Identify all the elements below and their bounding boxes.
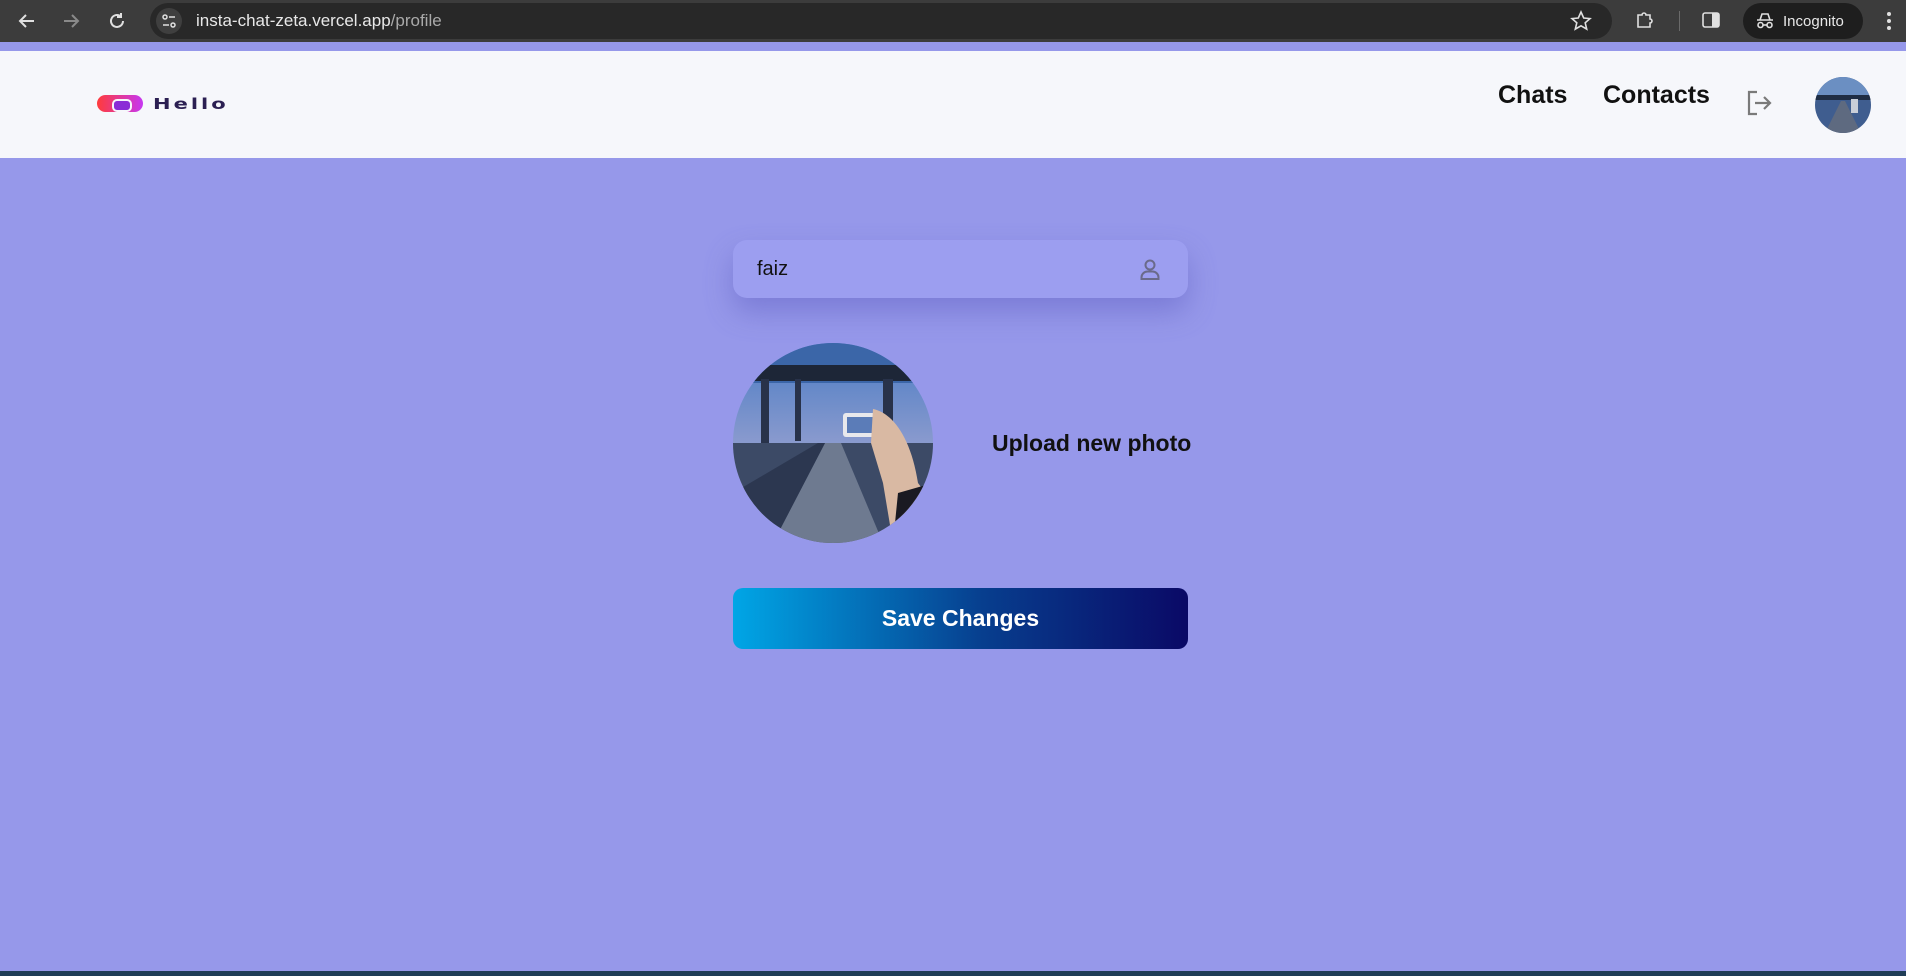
toolbar-divider: [1679, 11, 1680, 31]
url-host: insta-chat-zeta.vercel.app: [196, 11, 391, 30]
reload-icon[interactable]: [102, 6, 132, 36]
forward-arrow-icon[interactable]: [56, 6, 86, 36]
star-icon[interactable]: [1570, 10, 1592, 37]
browser-toolbar: insta-chat-zeta.vercel.app/profile Incog…: [0, 0, 1906, 42]
incognito-badge[interactable]: Incognito: [1743, 3, 1863, 39]
taskbar-edge: [0, 971, 1906, 976]
extensions-icon[interactable]: [1634, 9, 1656, 36]
name-field[interactable]: [733, 240, 1188, 298]
user-avatar[interactable]: [1815, 77, 1871, 133]
nav-contacts[interactable]: Contacts: [1603, 81, 1710, 110]
more-icon[interactable]: [1886, 10, 1892, 37]
save-changes-button[interactable]: Save Changes: [733, 588, 1188, 649]
incognito-label: Incognito: [1783, 12, 1844, 30]
back-arrow-icon[interactable]: [12, 6, 42, 36]
logo-text: Hello: [153, 95, 229, 112]
incognito-icon: [1757, 13, 1773, 29]
app-header: Hello Chats Contacts: [0, 51, 1906, 158]
site-info-icon[interactable]: [156, 8, 182, 34]
app-logo[interactable]: Hello: [97, 86, 267, 121]
side-panel-icon[interactable]: [1701, 10, 1721, 35]
upload-photo-button[interactable]: Upload new photo: [992, 430, 1191, 457]
logo-mark-icon: [97, 95, 143, 112]
address-bar[interactable]: insta-chat-zeta.vercel.app/profile: [150, 3, 1612, 39]
url-text: insta-chat-zeta.vercel.app/profile: [196, 3, 442, 39]
logout-icon[interactable]: [1745, 90, 1773, 121]
profile-photo: [733, 343, 933, 543]
name-input[interactable]: [757, 240, 1137, 298]
user-icon: [1138, 257, 1162, 286]
nav-chats[interactable]: Chats: [1498, 81, 1567, 110]
url-path: /profile: [390, 11, 442, 30]
